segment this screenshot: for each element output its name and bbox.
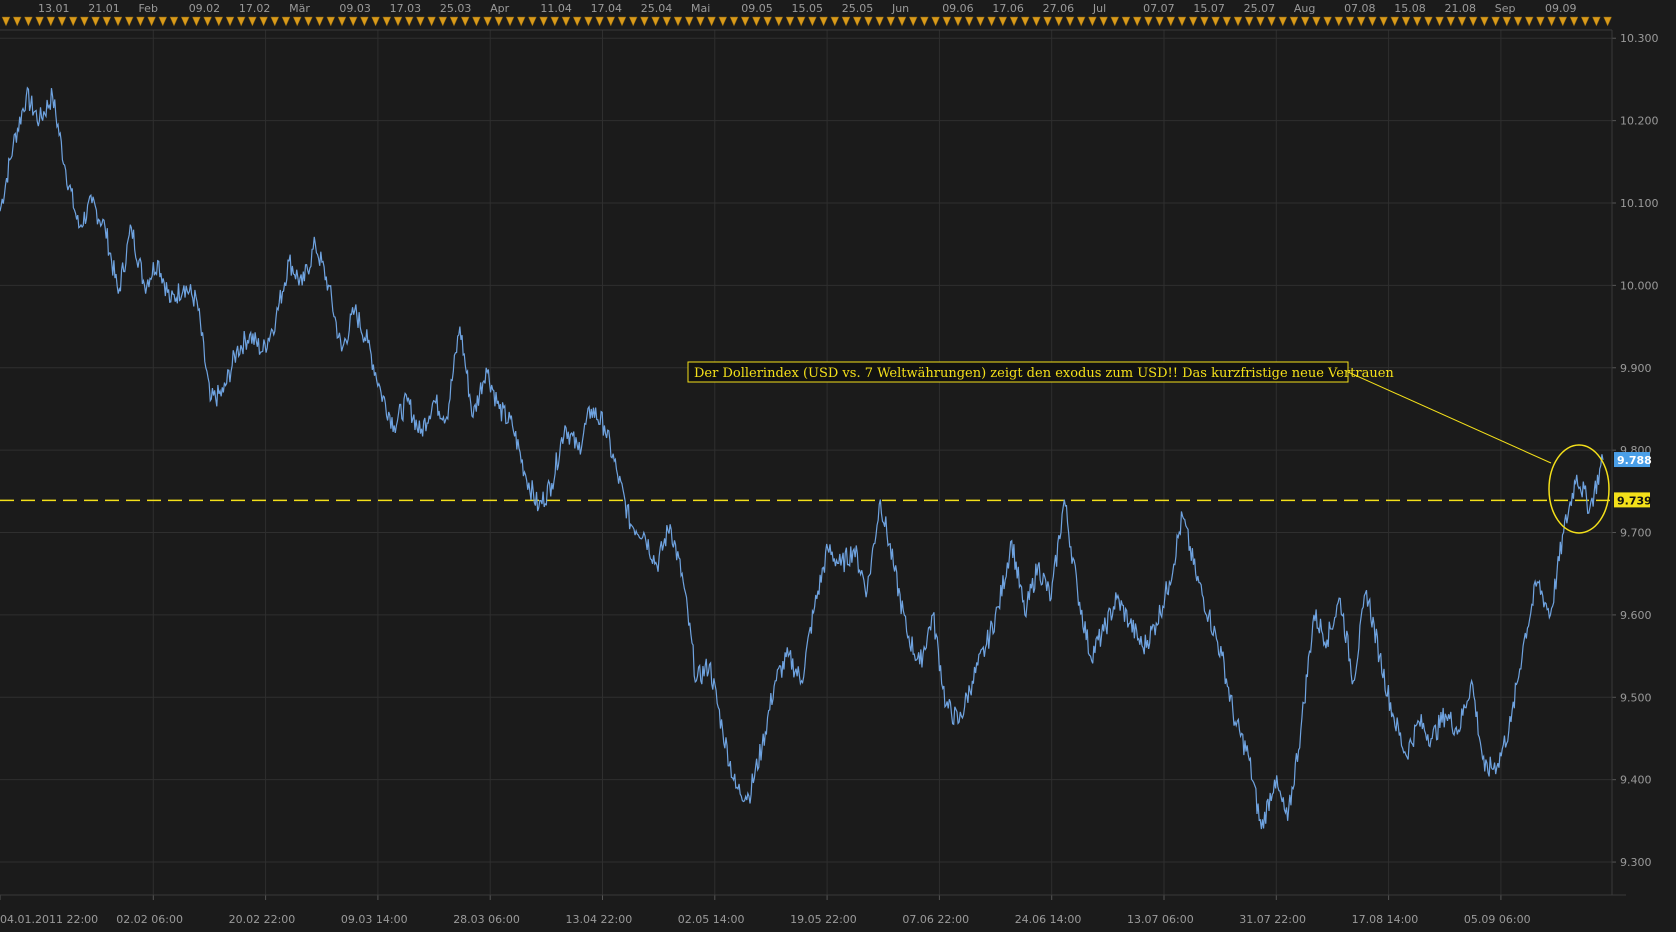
top-tick-label: 15.08	[1394, 2, 1426, 15]
top-tick-label: 17.03	[390, 2, 422, 15]
x-tick-label: 19.05 22:00	[790, 913, 857, 926]
top-tick-label: 11.04	[540, 2, 572, 15]
y-tick-label: 10.100	[1620, 197, 1659, 210]
y-tick-label: 9.700	[1620, 527, 1652, 540]
x-tick-label: 17.08 14:00	[1352, 913, 1419, 926]
top-tick-label: Mär	[289, 2, 310, 15]
top-tick-label: Aug	[1294, 2, 1315, 15]
top-tick-label: Mai	[691, 2, 710, 15]
top-tick-label: 21.01	[88, 2, 120, 15]
y-tick-label: 9.900	[1620, 362, 1652, 375]
reference-value-tag: 9.739	[1614, 492, 1652, 508]
y-tick-label: 9.400	[1620, 774, 1652, 787]
top-tick-label: 09.06	[942, 2, 974, 15]
top-date-axis: 13.01 21.01 Feb 09.02 17.02 Mär 09.03 17.03 25.0…	[38, 2, 1577, 15]
y-tick-label: 9.300	[1620, 856, 1652, 869]
x-tick-label: 13.04 22:00	[566, 913, 633, 926]
top-tick-label: 25.05	[842, 2, 874, 15]
plot-background	[0, 0, 1676, 932]
top-tick-label: 17.06	[992, 2, 1024, 15]
last-value-tag: 9.788	[1614, 452, 1652, 468]
price-chart[interactable]: 13.01 21.01 Feb 09.02 17.02 Mär 09.03 17.03 25.0…	[0, 0, 1676, 932]
top-tick-label: Apr	[490, 2, 510, 15]
top-tick-label: 09.02	[189, 2, 221, 15]
annotation-text: Der Dollerindex (USD vs. 7 Weltwährungen…	[694, 366, 1394, 381]
top-tick-label: 15.05	[792, 2, 824, 15]
top-tick-label: Jul	[1092, 2, 1106, 15]
y-tick-label: 10.300	[1620, 32, 1659, 45]
y-tick-label: 9.500	[1620, 691, 1652, 704]
x-tick-label: 09.03 14:00	[341, 913, 408, 926]
top-tick-label: 25.03	[440, 2, 472, 15]
top-tick-label: 07.08	[1344, 2, 1376, 15]
top-tick-label: 13.01	[38, 2, 70, 15]
x-tick-label: 31.07 22:00	[1239, 913, 1306, 926]
last-value-tag-text: 9.788	[1617, 454, 1652, 467]
top-tick-label: 09.03	[339, 2, 371, 15]
x-tick-label: 24.06 14:00	[1015, 913, 1082, 926]
top-tick-label: 25.07	[1244, 2, 1276, 15]
x-tick-label: 05.09 06:00	[1464, 913, 1531, 926]
top-tick-label: 21.08	[1445, 2, 1477, 15]
top-tick-label: 17.02	[239, 2, 271, 15]
top-tick-label: 09.09	[1545, 2, 1577, 15]
x-tick-label: 02.05 14:00	[678, 913, 745, 926]
y-tick-label: 10.000	[1620, 279, 1659, 292]
x-tick-label: 20.02 22:00	[229, 913, 296, 926]
top-tick-label: Sep	[1495, 2, 1516, 15]
chart-root: 13.01 21.01 Feb 09.02 17.02 Mär 09.03 17.03 25.0…	[0, 0, 1676, 932]
x-tick-label: 04.01.2011 22:00	[0, 913, 98, 926]
x-tick-label: 07.06 22:00	[902, 913, 969, 926]
top-tick-label: Feb	[138, 2, 157, 15]
annotation-box[interactable]: Der Dollerindex (USD vs. 7 Weltwährungen…	[687, 361, 1394, 383]
top-tick-label: 27.06	[1043, 2, 1075, 15]
top-tick-label: 17.04	[591, 2, 623, 15]
x-tick-label: 02.02 06:00	[116, 913, 183, 926]
top-tick-label: 09.05	[741, 2, 773, 15]
y-tick-label: 10.200	[1620, 115, 1659, 128]
top-tick-label: Jun	[891, 2, 909, 15]
x-tick-label: 13.07 06:00	[1127, 913, 1194, 926]
y-tick-label: 9.600	[1620, 609, 1652, 622]
top-tick-label: 15.07	[1193, 2, 1225, 15]
reference-tag-text: 9.739	[1617, 494, 1652, 507]
top-tick-label: 25.04	[641, 2, 673, 15]
top-tick-label: 07.07	[1143, 2, 1175, 15]
x-tick-label: 28.03 06:00	[453, 913, 520, 926]
